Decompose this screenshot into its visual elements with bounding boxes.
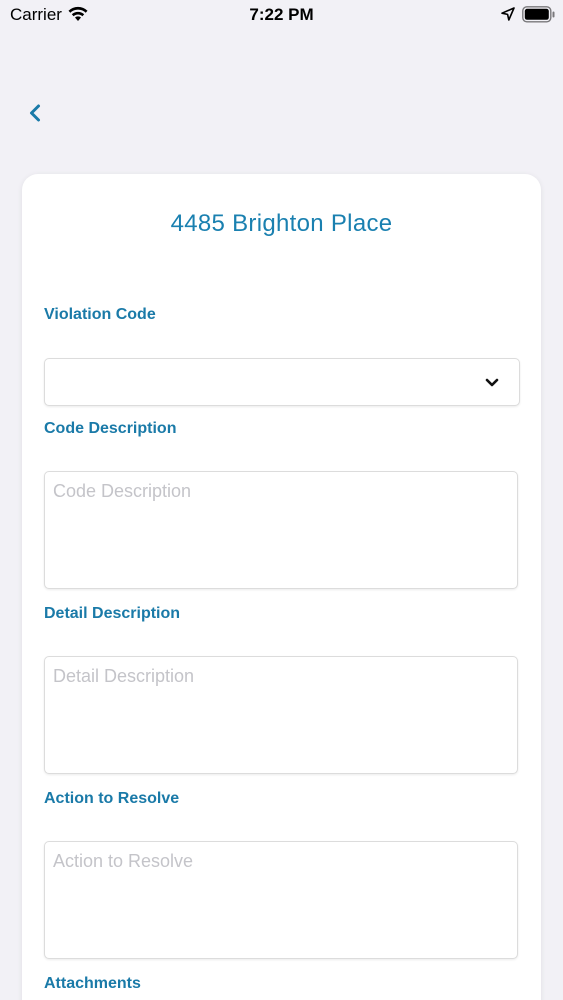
violation-code-select[interactable] — [44, 358, 520, 406]
violation-code-label: Violation Code — [44, 306, 156, 323]
detail-description-placeholder: Detail Description — [53, 666, 195, 686]
back-button[interactable] — [22, 100, 48, 130]
action-to-resolve-placeholder: Action to Resolve — [53, 851, 194, 871]
action-to-resolve-field[interactable]: Action to Resolve — [44, 841, 518, 959]
location-arrow-icon — [501, 7, 515, 26]
detail-description-field[interactable]: Detail Description — [44, 656, 518, 774]
status-bar: Carrier 7:22 PM — [0, 0, 563, 30]
chevron-down-icon — [485, 375, 499, 393]
violation-form-card: 4485 Brighton Place Violation Code Code … — [22, 174, 541, 1000]
status-time: 7:22 PM — [249, 5, 314, 24]
code-description-field[interactable]: Code Description — [44, 471, 518, 589]
code-description-placeholder: Code Description — [53, 481, 192, 501]
screen: Carrier 7:22 PM 4485 Brighton Place Viol… — [0, 0, 563, 1000]
page-title: 4485 Brighton Place — [170, 210, 393, 237]
battery-icon — [522, 6, 556, 28]
detail-description-label: Detail Description — [44, 605, 181, 622]
code-description-label: Code Description — [44, 420, 177, 437]
attachments-label: Attachments — [44, 975, 141, 992]
chevron-left-icon — [28, 103, 42, 128]
action-to-resolve-label: Action to Resolve — [44, 790, 180, 807]
